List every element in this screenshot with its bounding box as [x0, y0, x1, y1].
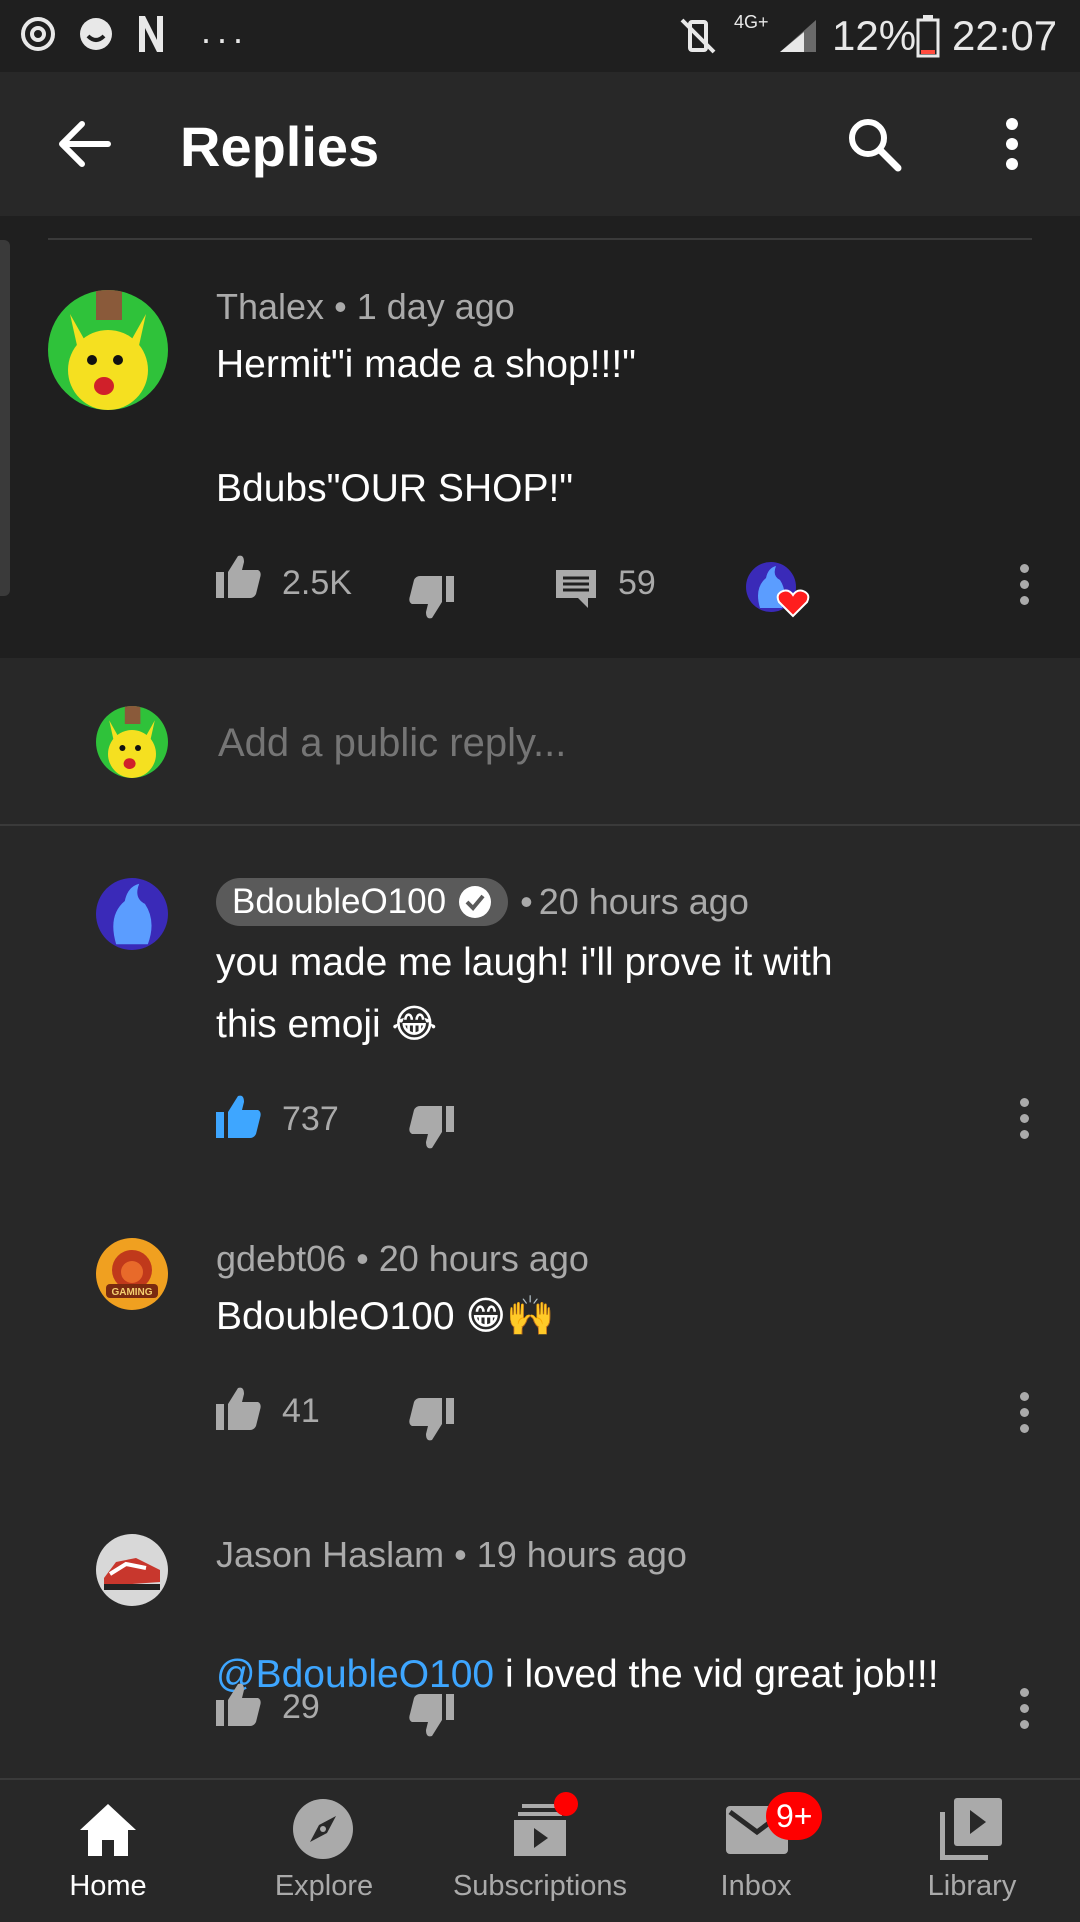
nav-label: Inbox	[720, 1870, 792, 1902]
nav-label: Library	[927, 1870, 1017, 1902]
lion-gaming-avatar-image: GAMING	[106, 1250, 158, 1298]
battery-icon	[916, 15, 940, 58]
comment-options-icon[interactable]	[1020, 1688, 1029, 1736]
netflix-icon	[139, 16, 163, 52]
nav-item-library[interactable]: Library	[864, 1780, 1080, 1920]
comment-meta: gdebt06 • 20 hours ago	[216, 1238, 589, 1279]
clock: 22:07	[952, 12, 1058, 59]
battery-percent: 12%	[832, 12, 917, 59]
signal-icon	[780, 20, 816, 52]
comment-options-icon[interactable]	[1020, 1098, 1029, 1146]
reply-input[interactable]	[216, 714, 1020, 772]
author-name: BdoubleO100	[232, 882, 447, 921]
thumb-down-icon[interactable]	[408, 1398, 454, 1442]
thumb-down-icon[interactable]	[408, 576, 454, 620]
like-count: 41	[282, 1392, 320, 1430]
author-name[interactable]: Thalex	[216, 286, 324, 327]
comment-text: BdoubleO100 😁🙌	[216, 1295, 555, 1338]
like-count: 737	[282, 1100, 339, 1138]
chrome-icon	[21, 17, 55, 51]
scroll-indicator	[0, 240, 10, 596]
compass-icon	[293, 1799, 353, 1859]
avatar[interactable]	[96, 878, 168, 950]
thumb-down-icon[interactable]	[408, 1694, 454, 1738]
comment-options-icon[interactable]	[1020, 564, 1029, 612]
creator-badge[interactable]: BdoubleO100	[216, 878, 509, 926]
bottom-nav: Home Explore Subscriptions 9+ Inbox Libr…	[0, 1778, 1080, 1922]
nav-label: Explore	[274, 1870, 374, 1902]
search-icon[interactable]	[846, 116, 902, 172]
comment-time: 20 hours ago	[378, 1238, 589, 1279]
comment-text: @BdoubleO100 i loved the vid great job!!…	[216, 1582, 1056, 1706]
comment-time: 1 day ago	[356, 286, 515, 327]
comment-text-body: i loved the vid great job!!!	[494, 1653, 939, 1696]
smiley-notification-icon	[80, 18, 112, 50]
pikachu-avatar-image	[68, 290, 148, 410]
author-name[interactable]: gdebt06	[216, 1238, 346, 1279]
comment-options-icon[interactable]	[1020, 1392, 1029, 1440]
like-count: 29	[282, 1688, 320, 1726]
page-title: Replies	[180, 115, 380, 178]
nav-item-explore[interactable]: Explore	[216, 1780, 432, 1920]
comment-text-line2: this emoji 😂	[216, 1003, 438, 1046]
avatar[interactable]	[96, 1534, 168, 1606]
avatar[interactable]	[48, 290, 168, 410]
reply-box	[0, 658, 1080, 826]
app-bar: Replies	[0, 72, 1080, 216]
comment-time: 20 hours ago	[538, 881, 749, 922]
divider	[0, 824, 1080, 826]
thumb-up-icon[interactable]	[216, 1682, 262, 1726]
nav-label: Home	[69, 1870, 147, 1902]
more-vert-icon[interactable]	[1006, 118, 1022, 170]
blue-flame-image	[113, 883, 152, 945]
reply-item: BdoubleO100 • 20 hours ago you made me l…	[0, 828, 1080, 1168]
nav-item-home[interactable]: Home	[0, 1780, 216, 1920]
pikachu-avatar-image	[108, 706, 156, 778]
avatar-text: GAMING	[111, 1287, 152, 1298]
network-type: 4G+	[734, 12, 769, 32]
comment-time: 19 hours ago	[476, 1534, 687, 1575]
reply-count: 59	[618, 564, 656, 602]
comment-text: Hermit"i made a shop!!!" Bdubs"OUR SHOP!…	[216, 343, 637, 510]
back-arrow-icon[interactable]	[56, 120, 112, 168]
home-icon	[80, 1804, 136, 1856]
like-count: 2.5K	[282, 564, 352, 602]
comment-meta: BdoubleO100 • 20 hours ago	[216, 878, 749, 926]
avatar[interactable]: GAMING	[96, 1238, 168, 1310]
thumb-up-icon[interactable]	[216, 554, 262, 598]
nav-label: Subscriptions	[452, 1870, 628, 1902]
comment-meta: Jason Haslam • 19 hours ago	[216, 1534, 687, 1575]
nav-item-subscriptions[interactable]: Subscriptions	[432, 1780, 648, 1920]
user-avatar	[96, 706, 168, 778]
thumb-up-icon[interactable]	[216, 1386, 262, 1430]
heart-icon	[776, 589, 810, 618]
thumb-up-icon[interactable]	[216, 1094, 262, 1138]
comment-meta: Thalex • 1 day ago	[216, 286, 515, 327]
verified-check-icon	[459, 886, 492, 918]
reply-comment-icon[interactable]	[554, 568, 598, 608]
comment-text-line1: you made me laugh! i'll prove it with	[216, 941, 833, 984]
library-icon	[940, 1798, 1002, 1860]
vibrate-icon	[680, 18, 716, 54]
top-comment: Thalex • 1 day ago Hermit"i made a shop!…	[0, 216, 1080, 658]
status-bar: ··· 4G+ 12% 22:07	[0, 0, 1080, 72]
reply-item: Jason Haslam • 19 hours ago @BdoubleO100…	[0, 1484, 1080, 1774]
more-notifications-icon: ···	[200, 18, 248, 59]
nav-item-inbox[interactable]: 9+ Inbox	[648, 1780, 864, 1920]
divider	[48, 238, 1032, 240]
reply-item: GAMING gdebt06 • 20 hours ago BdoubleO10…	[0, 1188, 1080, 1464]
sneaker-avatar-image	[104, 1558, 160, 1590]
inbox-badge: 9+	[766, 1792, 823, 1840]
notification-dot	[554, 1792, 578, 1816]
thumb-down-icon[interactable]	[408, 1106, 454, 1150]
author-name[interactable]: Jason Haslam	[216, 1534, 444, 1575]
